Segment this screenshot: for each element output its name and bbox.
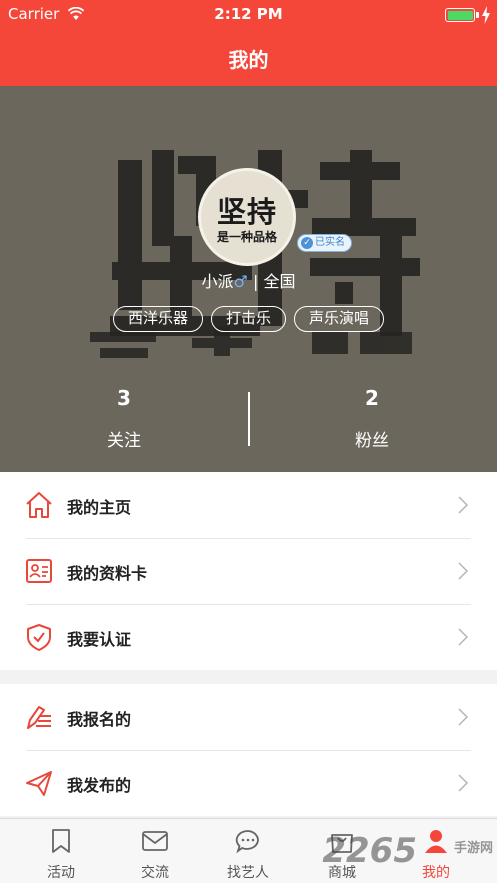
tab-activities[interactable]: 活动	[16, 819, 106, 883]
menu-item-my-posts[interactable]: 我发布的	[0, 750, 497, 816]
menu-item-my-signups[interactable]: 我报名的	[0, 684, 497, 750]
skill-tag[interactable]: 声乐演唱	[294, 306, 385, 332]
verified-badge: ✓ 已实名	[297, 234, 352, 252]
chevron-right-icon	[458, 708, 469, 726]
menu-group-activity: 我报名的 我发布的	[0, 684, 497, 816]
person-icon	[425, 830, 447, 853]
menu-item-label: 我要认证	[67, 630, 132, 649]
following-count: 3	[117, 386, 131, 410]
followers-label: 粉丝	[355, 431, 389, 451]
menu-item-my-homepage[interactable]: 我的主页	[0, 472, 497, 538]
tab-find-artists[interactable]: 找艺人	[203, 819, 293, 883]
page-title: 我的	[228, 48, 269, 72]
watermark-brand: 2265	[322, 831, 417, 871]
paper-plane-icon	[26, 771, 52, 796]
verified-badge-label: 已实名	[315, 237, 345, 248]
menu-item-get-verified[interactable]: 我要认证	[0, 604, 497, 670]
followers-count: 2	[365, 386, 379, 410]
navigation-bar: 我的	[0, 30, 497, 86]
mail-icon	[142, 831, 168, 851]
charging-icon	[482, 6, 490, 24]
avatar[interactable]: 坚持 是一种品格	[198, 168, 296, 266]
avatar-text-small: 是一种品格	[216, 230, 277, 244]
menu-item-label: 我的主页	[67, 498, 132, 517]
avatar-text-large: 坚持	[216, 195, 277, 229]
user-region: 全国	[263, 272, 296, 291]
stat-divider	[248, 392, 250, 446]
male-gender-icon: ♂	[233, 272, 248, 291]
tab-messages[interactable]: 交流	[110, 819, 200, 883]
menu-item-label: 我报名的	[67, 710, 132, 729]
home-icon	[26, 492, 52, 518]
tab-label: 找艺人	[227, 865, 269, 881]
info-separator: |	[252, 272, 259, 291]
skill-tag[interactable]: 西洋乐器	[112, 306, 203, 332]
menu-item-label: 我的资料卡	[67, 564, 148, 583]
followers-stat[interactable]: 2 粉丝	[312, 386, 432, 451]
profile-card-icon	[26, 559, 52, 583]
watermark-text: 手游网	[453, 841, 493, 856]
chevron-right-icon	[458, 774, 469, 792]
status-time: 2:12 PM	[214, 5, 283, 23]
bookmark-icon	[52, 829, 70, 853]
shield-check-icon	[27, 624, 51, 651]
menu-item-label: 我发布的	[67, 776, 132, 795]
battery-icon	[445, 8, 475, 22]
skill-tag[interactable]: 打击乐	[210, 306, 286, 332]
tab-bar: 活动 交流 找艺人 商城 我的 2265 手游网	[0, 818, 497, 883]
signup-pen-icon	[27, 706, 51, 729]
tab-label: 活动	[47, 865, 75, 881]
profile-header: 坚持 是一种品格 ✓ 已实名 小派♂ | 全国 西洋乐器 打击乐 声乐演唱 3 …	[0, 86, 497, 472]
menu-group-primary: 我的主页 我的资料卡 我要认证	[0, 472, 497, 670]
check-icon: ✓	[301, 237, 313, 249]
skill-tags: 西洋乐器 打击乐 声乐演唱	[0, 306, 497, 332]
tab-label: 交流	[141, 865, 169, 881]
user-info-row: 小派♂ | 全国	[0, 268, 497, 292]
following-label: 关注	[107, 431, 141, 451]
following-stat[interactable]: 3 关注	[64, 386, 184, 451]
chevron-right-icon	[458, 496, 469, 514]
menu-item-my-profile-card[interactable]: 我的资料卡	[0, 538, 497, 604]
chevron-right-icon	[458, 628, 469, 646]
battery-tip	[476, 12, 479, 18]
chat-bubble-icon	[235, 830, 259, 854]
chevron-right-icon	[458, 562, 469, 580]
status-bar: Carrier 2:12 PM	[0, 0, 497, 30]
user-name: 小派	[201, 272, 234, 291]
